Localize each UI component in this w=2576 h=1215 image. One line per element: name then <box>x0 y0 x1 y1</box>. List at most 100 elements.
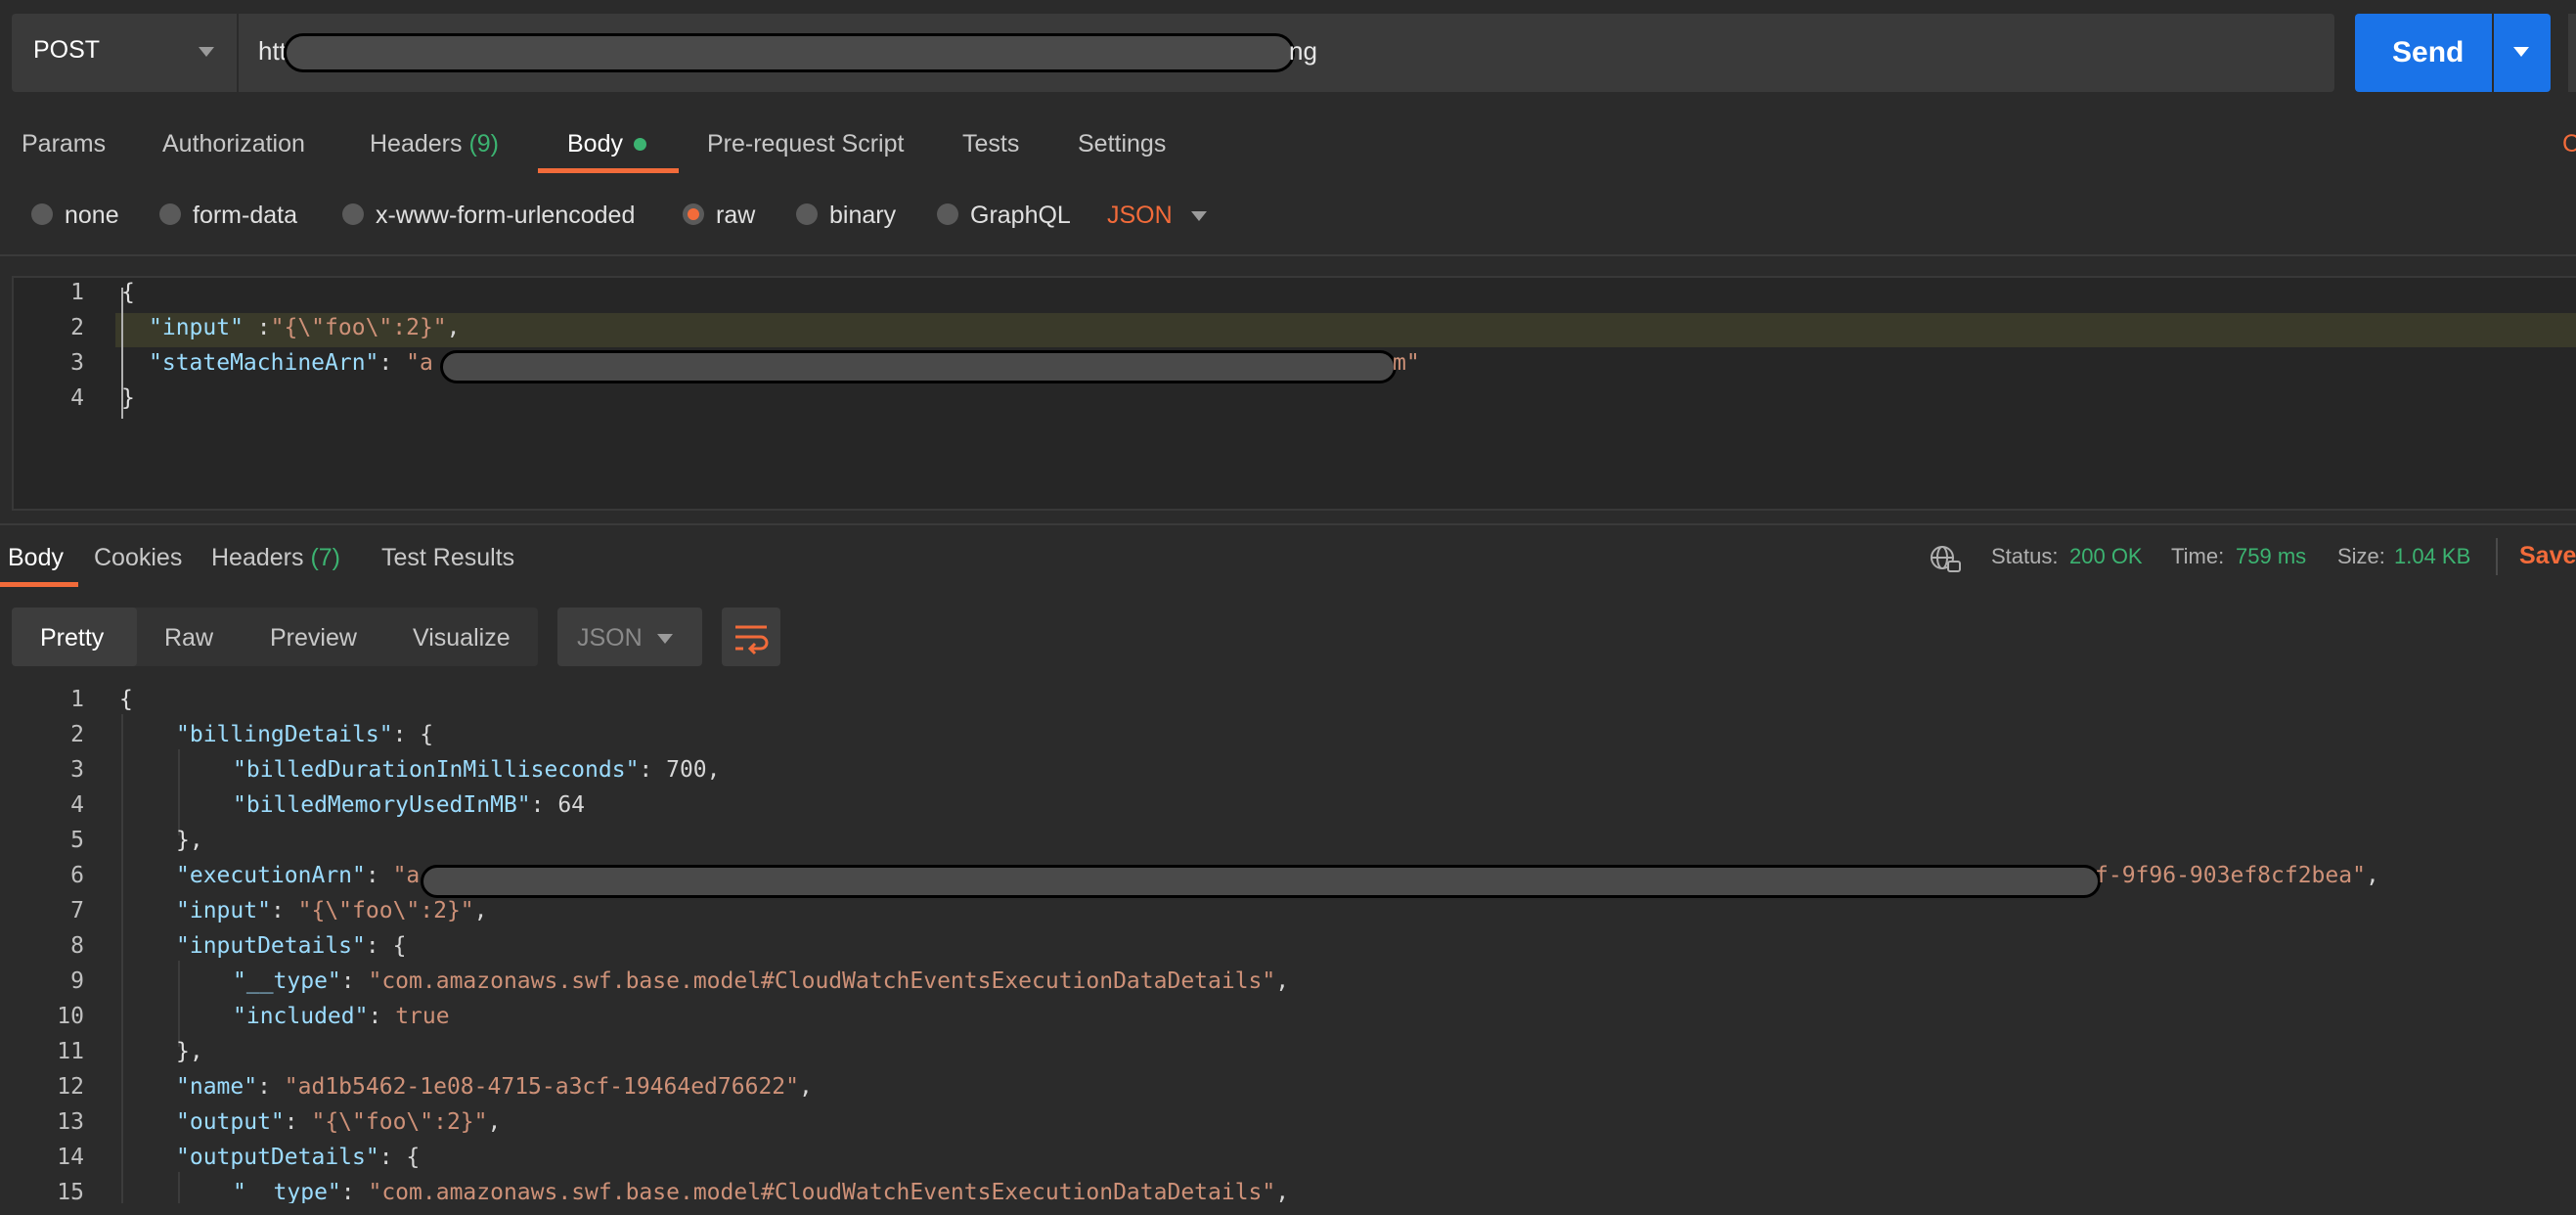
line-number: 4 <box>70 385 84 411</box>
json-string: "a <box>392 863 421 888</box>
radio-none[interactable] <box>31 203 53 225</box>
tab-pre-request-script[interactable]: Pre-request Script <box>707 130 904 158</box>
line-number: 8 <box>70 933 84 959</box>
json-colon: : <box>365 863 393 888</box>
body-modified-dot <box>634 138 646 151</box>
indent-guide <box>178 749 180 835</box>
divider <box>0 254 2576 256</box>
radio-graphql-label: GraphQL <box>970 202 1071 229</box>
line-number: 2 <box>70 722 84 747</box>
chevron-down-icon <box>657 634 673 644</box>
body-format-select[interactable]: JSON <box>1107 202 1173 230</box>
tab-response-body[interactable]: Body <box>8 544 64 572</box>
json-key: "__type" <box>233 1180 341 1203</box>
time-value: 759 ms <box>2236 544 2307 568</box>
response-body-viewer[interactable]: 1 2 3 4 5 6 7 8 9 10 11 12 13 14 15 { "b… <box>0 685 2576 1203</box>
line-number: 10 <box>57 1004 84 1029</box>
url-redaction <box>284 33 1295 72</box>
json-key: "input" <box>149 315 244 340</box>
line-number: 15 <box>57 1180 84 1203</box>
json-colon: : <box>243 315 271 340</box>
line-number: 6 <box>70 863 84 888</box>
json-key: "billedDurationInMilliseconds" <box>233 757 640 783</box>
tab-settings[interactable]: Settings <box>1078 130 1166 158</box>
tab-response-cookies[interactable]: Cookies <box>94 544 182 572</box>
json-colon: : <box>257 1074 285 1100</box>
json-key: "included" <box>233 1004 369 1029</box>
code-line-4: "billedMemoryUsedInMB": 64 <box>233 792 585 818</box>
json-key: "stateMachineArn" <box>149 350 379 376</box>
code-line-5: }, <box>176 828 203 853</box>
arn-redaction <box>440 350 1397 383</box>
line-number: 4 <box>70 792 84 818</box>
json-string: "{\"foo\":2}" <box>297 898 474 923</box>
json-string: "{\"foo\":2}" <box>270 315 447 340</box>
wrap-lines-button[interactable] <box>722 608 780 666</box>
tab-headers-label: Headers <box>370 130 463 158</box>
tab-body[interactable]: Body <box>567 130 623 158</box>
radio-urlencoded-label: x-www-form-urlencoded <box>376 202 636 229</box>
tab-params[interactable]: Params <box>22 130 106 158</box>
tab-test-results[interactable]: Test Results <box>381 544 514 572</box>
view-preview-button[interactable]: Preview <box>270 624 357 652</box>
url-text-end: ng <box>1289 36 1317 66</box>
chevron-down-icon[interactable] <box>199 47 214 57</box>
radio-raw[interactable] <box>683 203 704 225</box>
json-string: "com.amazonaws.swf.base.model#CloudWatch… <box>368 1180 1276 1203</box>
radio-raw-label: raw <box>716 202 756 229</box>
json-comma: , <box>2365 863 2379 888</box>
line-number: 7 <box>70 898 84 923</box>
wrap-lines-icon <box>735 625 769 655</box>
tab-body-underline <box>538 168 679 173</box>
tab-response-body-underline <box>0 582 78 587</box>
tab-response-headers-count: (7) <box>310 544 341 571</box>
radio-urlencoded[interactable] <box>342 203 364 225</box>
line-number: 9 <box>70 968 84 994</box>
line-number: 2 <box>70 315 84 340</box>
globe-lock-icon[interactable] <box>1929 544 1964 573</box>
code-line-3: "stateMachineArn": "a <box>149 350 433 376</box>
json-comma: , <box>1275 968 1290 994</box>
size-value: 1.04 KB <box>2394 544 2471 568</box>
line-number: 5 <box>70 828 84 853</box>
save-button-edge[interactable] <box>2568 14 2576 92</box>
json-key: "billedMemoryUsedInMB" <box>233 792 531 818</box>
chevron-down-icon[interactable] <box>1191 211 1207 221</box>
code-brace: { <box>119 687 133 712</box>
code-brace: } <box>121 385 135 411</box>
view-raw-button[interactable]: Raw <box>164 624 213 652</box>
tab-headers[interactable]: Headers (9) <box>370 130 499 158</box>
radio-form-data[interactable] <box>159 203 181 225</box>
json-string: "a <box>406 350 433 376</box>
json-number: : 700, <box>639 757 721 783</box>
status-value: 200 OK <box>2069 544 2143 568</box>
divider <box>2496 538 2498 575</box>
json-key: "executionArn" <box>176 863 366 888</box>
json-colon: : <box>284 1109 312 1135</box>
line-number: 14 <box>57 1145 84 1170</box>
cookies-link[interactable]: C <box>2562 130 2576 158</box>
tab-response-headers[interactable]: Headers (7) <box>211 544 340 572</box>
response-format-label: JSON <box>577 624 643 652</box>
radio-graphql[interactable] <box>937 203 958 225</box>
tab-headers-count: (9) <box>468 130 500 158</box>
tab-tests[interactable]: Tests <box>962 130 1019 158</box>
view-visualize-button[interactable]: Visualize <box>413 624 511 652</box>
request-body-editor[interactable] <box>12 276 2576 511</box>
json-key: "outputDetails" <box>176 1145 379 1170</box>
arn-redaction <box>421 865 2101 898</box>
json-punct: : { <box>392 722 434 747</box>
code-line-6: "executionArn": "a <box>176 863 420 888</box>
save-response-button[interactable]: Save <box>2519 542 2576 570</box>
indent-guide <box>121 714 123 1203</box>
json-number: : 64 <box>530 792 586 818</box>
line-number: 1 <box>70 687 84 712</box>
active-line-highlight <box>115 313 2576 347</box>
json-colon: : <box>368 1004 396 1029</box>
code-line-15: "__type": "com.amazonaws.swf.base.model#… <box>233 1180 1289 1203</box>
tab-authorization[interactable]: Authorization <box>162 130 305 158</box>
code-line-11: }, <box>176 1039 203 1064</box>
view-pretty-button[interactable]: Pretty <box>40 624 104 652</box>
code-line-2: "input" :"{\"foo\":2}", <box>149 315 461 340</box>
radio-binary[interactable] <box>796 203 818 225</box>
